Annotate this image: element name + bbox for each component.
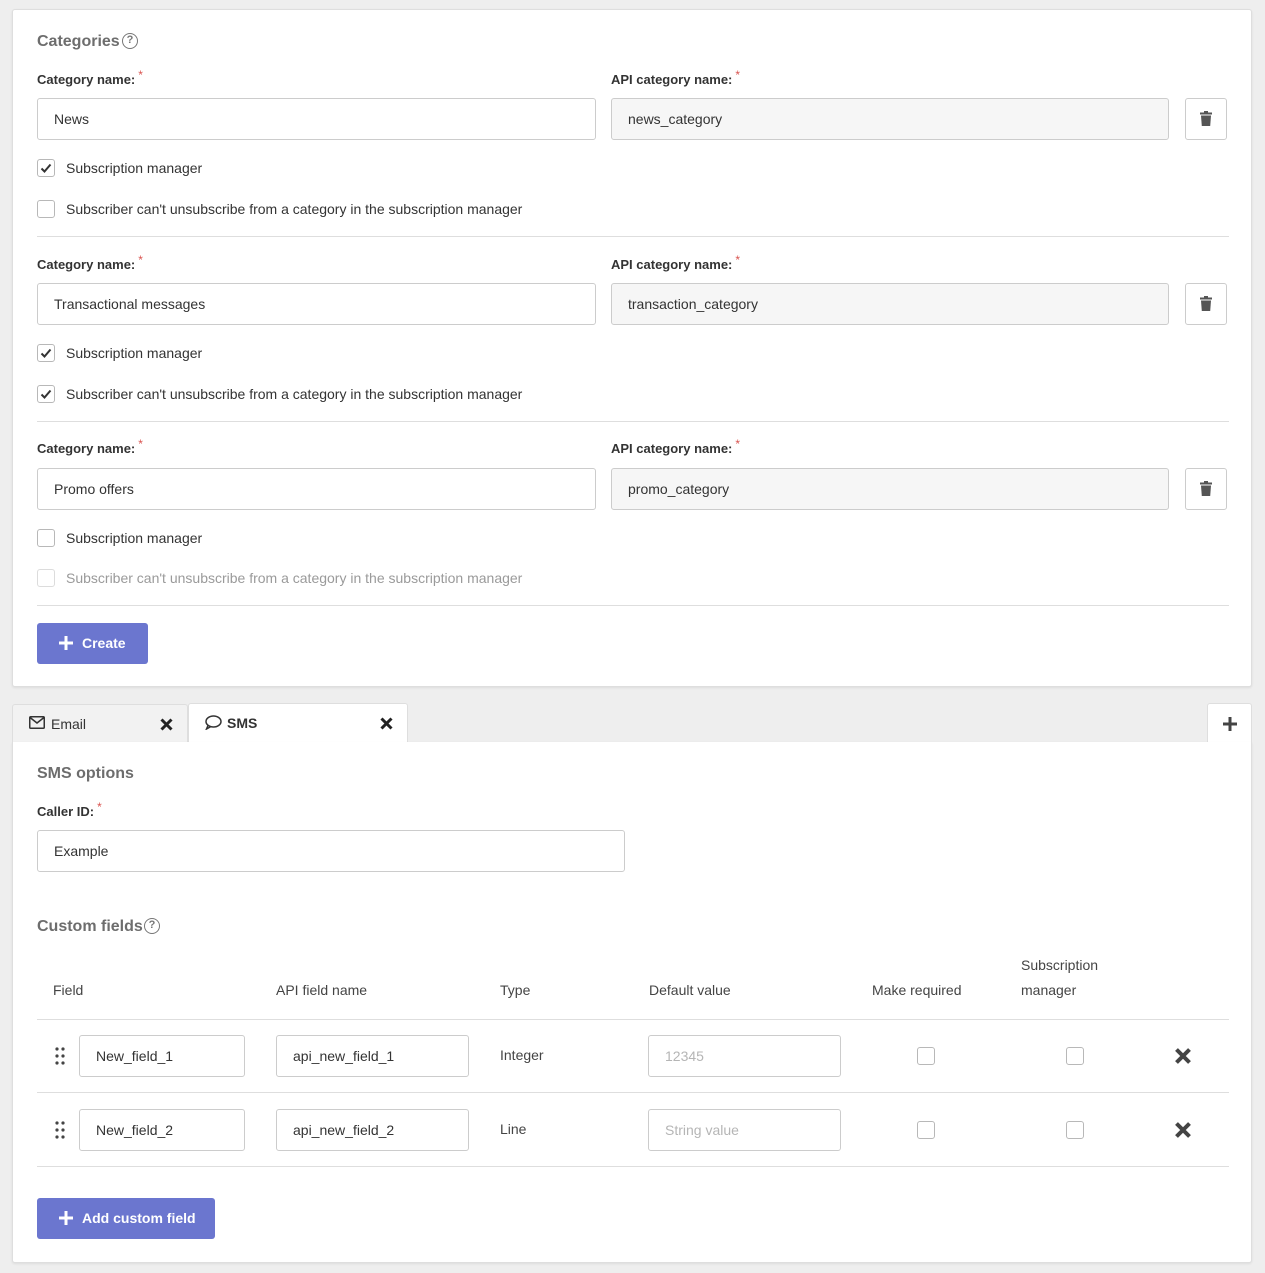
add-custom-field-label: Add custom field: [82, 1210, 196, 1226]
subscription-manager-checkbox-row[interactable]: Subscription manager: [37, 343, 537, 363]
api-category-name-input[interactable]: news_category: [611, 98, 1169, 140]
envelope-icon: [29, 716, 45, 729]
default-value-input[interactable]: String value: [648, 1109, 841, 1151]
subscription-manager-label: Subscription manager: [66, 345, 203, 361]
categories-card: Categories ? Category name: * API categor…: [12, 9, 1252, 687]
divider: [37, 1166, 1229, 1167]
add-channel-tab-button[interactable]: [1207, 703, 1252, 743]
caller-id-input[interactable]: Example: [37, 830, 625, 872]
header-subscription-manager-line1: Subscription: [1021, 957, 1099, 973]
tab-email-label: Email: [51, 716, 87, 732]
field-type: Integer: [500, 1047, 544, 1063]
divider: [37, 421, 1229, 422]
subscription-manager-checkbox-row[interactable]: Subscription manager: [37, 158, 537, 178]
category-name-input[interactable]: Transactional messages: [37, 283, 596, 325]
divider: [37, 1092, 1229, 1093]
cant-unsubscribe-checkbox[interactable]: [37, 385, 55, 403]
delete-category-button[interactable]: [1185, 98, 1227, 140]
header-type: Type: [500, 982, 531, 998]
make-required-checkbox[interactable]: [917, 1121, 935, 1139]
api-field-name-input[interactable]: api_new_field_2: [276, 1109, 469, 1151]
plus-icon: [1223, 717, 1237, 731]
tab-email[interactable]: Email: [12, 704, 188, 743]
field-type: Line: [500, 1121, 527, 1137]
drag-handle-icon[interactable]: [55, 1121, 65, 1139]
trash-icon: [1200, 296, 1212, 311]
trash-icon: [1200, 481, 1212, 496]
default-value-input[interactable]: 12345: [648, 1035, 841, 1077]
cant-unsubscribe-label: Subscriber can't unsubscribe from a cate…: [66, 386, 523, 402]
cant-unsubscribe-checkbox[interactable]: [37, 200, 55, 218]
category-name-label: Category name: *: [37, 253, 143, 272]
header-subscription-manager-line2: manager: [1021, 982, 1077, 998]
subscription-manager-label: Subscription manager: [66, 530, 203, 546]
tab-sms-label: SMS: [227, 715, 258, 731]
delete-category-button[interactable]: [1185, 468, 1227, 510]
api-category-name-input[interactable]: transaction_category: [611, 283, 1169, 325]
cant-unsubscribe-checkbox-row: Subscriber can't unsubscribe from a cate…: [37, 568, 637, 588]
category-name-label: Category name: *: [37, 68, 143, 87]
cant-unsubscribe-checkbox-row[interactable]: Subscriber can't unsubscribe from a cate…: [37, 384, 637, 404]
subscription-manager-checkbox[interactable]: [37, 529, 55, 547]
api-category-name-label: API category name: *: [611, 437, 741, 456]
help-icon[interactable]: ?: [144, 918, 160, 934]
divider: [37, 605, 1229, 606]
header-default-value: Default value: [649, 982, 731, 998]
create-category-button[interactable]: Create: [37, 623, 148, 664]
cant-unsubscribe-label: Subscriber can't unsubscribe from a cate…: [66, 201, 523, 217]
close-icon[interactable]: [160, 718, 173, 731]
divider: [37, 1019, 1229, 1020]
plus-icon: [59, 1211, 73, 1225]
category-name-input[interactable]: News: [37, 98, 596, 140]
checkmark-icon: [40, 163, 52, 173]
field-name-input[interactable]: New_field_2: [79, 1109, 245, 1151]
header-field: Field: [53, 982, 84, 998]
subscription-manager-checkbox[interactable]: [1066, 1121, 1084, 1139]
create-label: Create: [82, 635, 126, 651]
custom-fields-title: Custom fields: [37, 918, 143, 935]
header-make-required: Make required: [872, 982, 962, 998]
subscription-manager-checkbox[interactable]: [1066, 1047, 1084, 1065]
api-category-name-input[interactable]: promo_category: [611, 468, 1169, 510]
close-icon[interactable]: [1174, 1121, 1192, 1139]
tab-sms[interactable]: SMS: [188, 703, 408, 743]
delete-category-button[interactable]: [1185, 283, 1227, 325]
cant-unsubscribe-label: Subscriber can't unsubscribe from a cate…: [66, 570, 523, 586]
plus-icon: [59, 636, 73, 650]
help-icon[interactable]: ?: [122, 33, 138, 49]
add-custom-field-button[interactable]: Add custom field: [37, 1198, 215, 1239]
drag-handle-icon[interactable]: [55, 1047, 65, 1065]
close-icon[interactable]: [380, 717, 393, 730]
cant-unsubscribe-checkbox-row[interactable]: Subscriber can't unsubscribe from a cate…: [37, 199, 637, 219]
subscription-manager-checkbox-row[interactable]: Subscription manager: [37, 528, 537, 548]
speech-bubble-icon: [205, 715, 222, 730]
cant-unsubscribe-checkbox: [37, 569, 55, 587]
checkmark-icon: [40, 389, 52, 399]
close-icon[interactable]: [1174, 1047, 1192, 1065]
api-category-name-label: API category name: *: [611, 253, 741, 272]
field-name-input[interactable]: New_field_1: [79, 1035, 245, 1077]
header-api-field-name: API field name: [276, 982, 368, 998]
api-field-name-input[interactable]: api_new_field_1: [276, 1035, 469, 1077]
subscription-manager-checkbox[interactable]: [37, 159, 55, 177]
api-category-name-label: API category name: *: [611, 68, 741, 87]
categories-title: Categories: [37, 33, 120, 50]
subscription-manager-label: Subscription manager: [66, 160, 203, 176]
caller-id-label: Caller ID: *: [37, 800, 102, 819]
category-name-input[interactable]: Promo offers: [37, 468, 596, 510]
category-name-label: Category name: *: [37, 437, 143, 456]
divider: [37, 236, 1229, 237]
sms-options-card: SMS options Caller ID: * Example Custom f…: [12, 742, 1252, 1263]
subscription-manager-checkbox[interactable]: [37, 344, 55, 362]
sms-options-title: SMS options: [37, 765, 134, 782]
trash-icon: [1200, 111, 1212, 126]
checkmark-icon: [40, 348, 52, 358]
make-required-checkbox[interactable]: [917, 1047, 935, 1065]
